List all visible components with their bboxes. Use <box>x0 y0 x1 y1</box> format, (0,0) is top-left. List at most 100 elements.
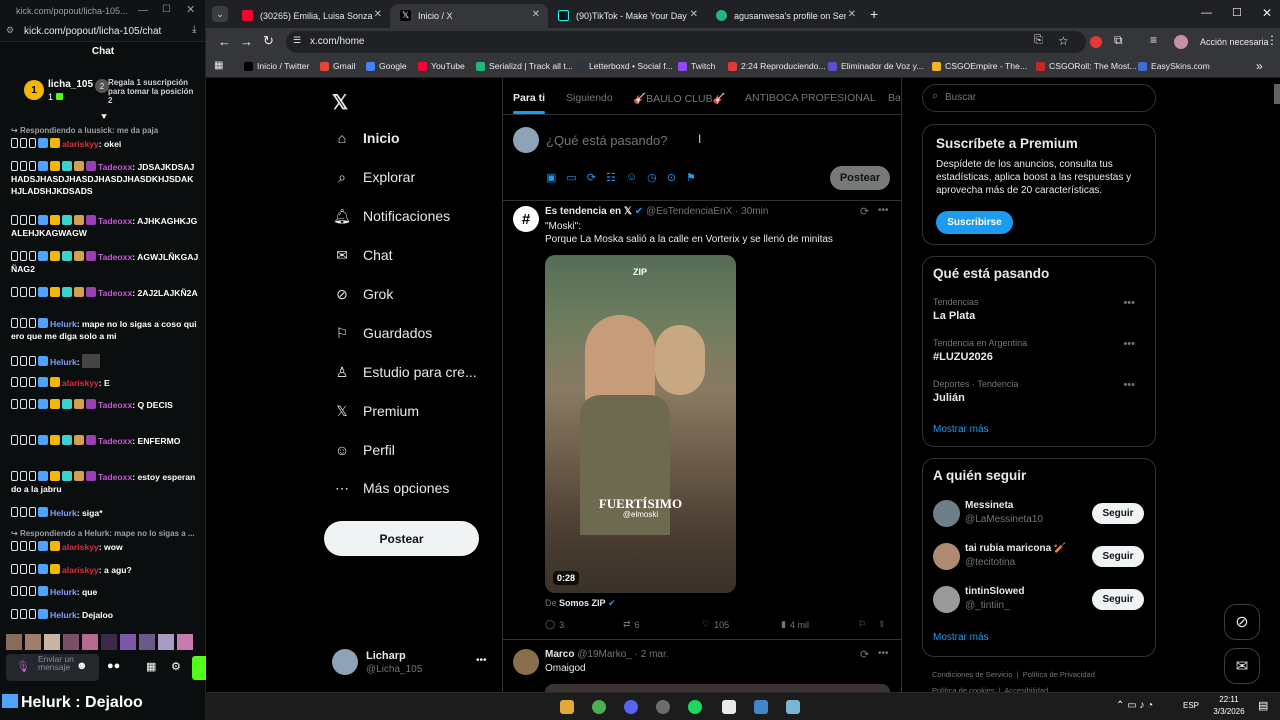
chat-username[interactable]: Tadeoxx <box>98 288 132 298</box>
trend-item[interactable]: Tendencia en Argentina #LUZU2026 ••• <box>933 338 1143 363</box>
follow-button[interactable]: Seguir <box>1092 546 1144 567</box>
poll-icon[interactable]: ☷ <box>606 171 616 184</box>
subscribe-button[interactable]: Suscribirse <box>936 211 1013 234</box>
close-tab-icon[interactable]: ✕ <box>690 9 698 20</box>
x-logo-icon[interactable]: 𝕏 <box>332 90 348 115</box>
site-settings-icon[interactable]: ☰ <box>293 35 301 46</box>
follow-name[interactable]: tai rubia maricona 🏏 <box>965 543 1066 554</box>
minimize-icon[interactable]: — <box>1201 7 1212 19</box>
emoji-icon[interactable]: ☺ <box>626 171 637 184</box>
chat-username[interactable]: Tadeoxx <box>98 216 132 226</box>
gift-promo[interactable]: Regala 1 suscripción para tomar la posic… <box>108 78 200 105</box>
bookmark-item[interactable]: Google <box>366 61 407 71</box>
account-name[interactable]: Licharp <box>366 650 406 662</box>
maximize-icon[interactable]: ☐ <box>162 4 171 15</box>
chat-username[interactable]: Tadeoxx <box>98 162 132 172</box>
chat-username[interactable]: Helurk <box>50 508 77 518</box>
grok-icon[interactable]: ⟳ <box>587 171 596 184</box>
app-icon[interactable] <box>754 700 768 714</box>
clock-date[interactable]: 3/3/2026 <box>1206 707 1252 716</box>
tab-youtube[interactable]: (30265) Emilia, Luisa Sonza ✕ <box>232 4 390 28</box>
clock-time[interactable]: 22:11 <box>1214 695 1244 704</box>
emote-icon[interactable] <box>6 634 22 650</box>
views-action[interactable]: ▮ 4 mil <box>781 619 809 630</box>
follow-suggestion[interactable]: Messineta @LaMessineta10 Seguir <box>923 500 1155 540</box>
close-window-icon[interactable]: ✕ <box>1262 6 1272 20</box>
tab-search-icon[interactable]: ⌄ <box>212 6 228 22</box>
tweet-avatar[interactable]: # <box>513 206 539 232</box>
points-icon[interactable]: ●● <box>107 660 120 672</box>
close-tab-icon[interactable]: ✕ <box>848 9 856 20</box>
gif-icon[interactable]: ▭ <box>566 171 576 184</box>
follow-suggestion[interactable]: tai rubia maricona 🏏 @tecitotina Seguir <box>923 543 1155 583</box>
bookmark-item[interactable]: CSGOEmpire - The... <box>932 61 1027 71</box>
close-tab-icon[interactable]: ✕ <box>532 9 540 20</box>
nav-item-notificaciones[interactable]: 🔔︎ Notificaciones <box>333 207 450 225</box>
spotify-icon[interactable] <box>688 700 702 714</box>
bookmark-item[interactable]: Letterboxd • Social f... <box>576 61 673 71</box>
compose-input[interactable]: ¿Qué está pasando? <box>546 133 667 148</box>
reply-action[interactable]: ◯ 3 <box>545 619 564 630</box>
close-tab-icon[interactable]: ✕ <box>374 9 382 20</box>
language-indicator[interactable]: ESP <box>1183 701 1199 710</box>
feed-tab[interactable]: ANTIBOCA PROFESIONAL <box>745 92 876 104</box>
tab-tiktok[interactable]: (90)TikTok - Make Your Day ✕ <box>548 4 706 28</box>
follow-suggestion[interactable]: tintinSlowed @_tintiin_ Seguir <box>923 586 1155 626</box>
chat-username[interactable]: alariskyy <box>62 139 99 149</box>
follow-name[interactable]: Messineta <box>965 500 1013 511</box>
install-app-icon[interactable]: ⎘ <box>1034 34 1043 47</box>
extension-icon[interactable] <box>1090 36 1102 48</box>
follow-avatar[interactable] <box>933 543 960 570</box>
tweet-media[interactable] <box>545 684 890 692</box>
media-controls-icon[interactable]: ≡ <box>1150 33 1157 47</box>
source-link[interactable]: Somos ZIP <box>559 598 606 608</box>
tweet-time[interactable]: · 2 mar. <box>635 649 669 660</box>
tweet-more-icon[interactable]: ••• <box>878 205 889 216</box>
share-icon[interactable]: ⇪ <box>878 619 886 630</box>
emote-icon[interactable] <box>177 634 193 650</box>
emote-icon[interactable] <box>82 634 98 650</box>
chat-username[interactable]: Helurk <box>50 587 77 597</box>
kick-url-bar[interactable]: ⚙ kick.com/popout/licha-105/chat ⤓ <box>0 22 205 42</box>
account-avatar[interactable] <box>332 649 358 675</box>
follow-button[interactable]: Seguir <box>1092 589 1144 610</box>
search-box[interactable]: ⌕ Buscar <box>922 84 1156 112</box>
minimize-icon[interactable]: — <box>138 5 148 16</box>
back-icon[interactable]: ← <box>218 34 231 49</box>
tab-serializd[interactable]: agusanwesa's profile on Serializd✕ <box>706 4 864 28</box>
bookmark-icon[interactable]: ⚐ <box>858 619 866 630</box>
notifications-icon[interactable]: ▤ <box>1258 699 1268 712</box>
chat-username[interactable]: Tadeoxx <box>98 472 132 482</box>
bookmark-item[interactable]: CSGORoll: The Most... <box>1036 61 1137 71</box>
emote-icon[interactable] <box>120 634 136 650</box>
image-icon[interactable]: ▣ <box>546 171 556 184</box>
feed-tab[interactable]: Siguiendo <box>566 92 613 104</box>
trend-more-icon[interactable]: ••• <box>1123 338 1135 350</box>
grok-float-icon[interactable]: ⊘ <box>1224 604 1260 640</box>
emote-icon[interactable] <box>158 634 174 650</box>
tray-icons[interactable]: ⌃ ▭ ♪ ◔ <box>1116 700 1153 711</box>
menu-kebab-icon[interactable]: ⋮ <box>1266 33 1278 47</box>
trend-more-icon[interactable]: ••• <box>1123 297 1135 309</box>
bookmark-item[interactable]: Twitch <box>678 61 715 71</box>
notepad-icon[interactable] <box>722 700 736 714</box>
chat-username[interactable]: Tadeoxx <box>98 436 132 446</box>
emote-icon[interactable] <box>25 634 41 650</box>
compose-post-button[interactable]: Postear <box>830 166 890 190</box>
grok-explain-icon[interactable]: ⟳ <box>860 205 869 218</box>
chat-username[interactable]: alariskyy <box>62 542 99 552</box>
chat-username[interactable]: Helurk <box>50 319 77 329</box>
nav-item-estudio-para-cre[interactable]: ♙ Estudio para cre... <box>333 363 477 381</box>
settings-gear-icon[interactable]: ⚙ <box>171 660 181 673</box>
steam-icon[interactable] <box>656 700 670 714</box>
follow-avatar[interactable] <box>933 586 960 613</box>
forward-icon[interactable]: → <box>240 34 253 49</box>
chat-username[interactable]: alariskyy <box>62 565 99 575</box>
footer-link[interactable]: Política de Privacidad <box>1023 670 1095 679</box>
bookmark-item[interactable]: YouTube <box>418 61 465 71</box>
chrome-icon[interactable] <box>592 700 606 714</box>
action-needed-button[interactable]: Acción necesaria <box>1196 33 1273 51</box>
tweet-author-name[interactable]: Es tendencia en 𝕏 <box>545 206 632 217</box>
leader-name[interactable]: licha_105 <box>48 79 93 90</box>
like-action[interactable]: ♡ 105 <box>702 619 729 630</box>
